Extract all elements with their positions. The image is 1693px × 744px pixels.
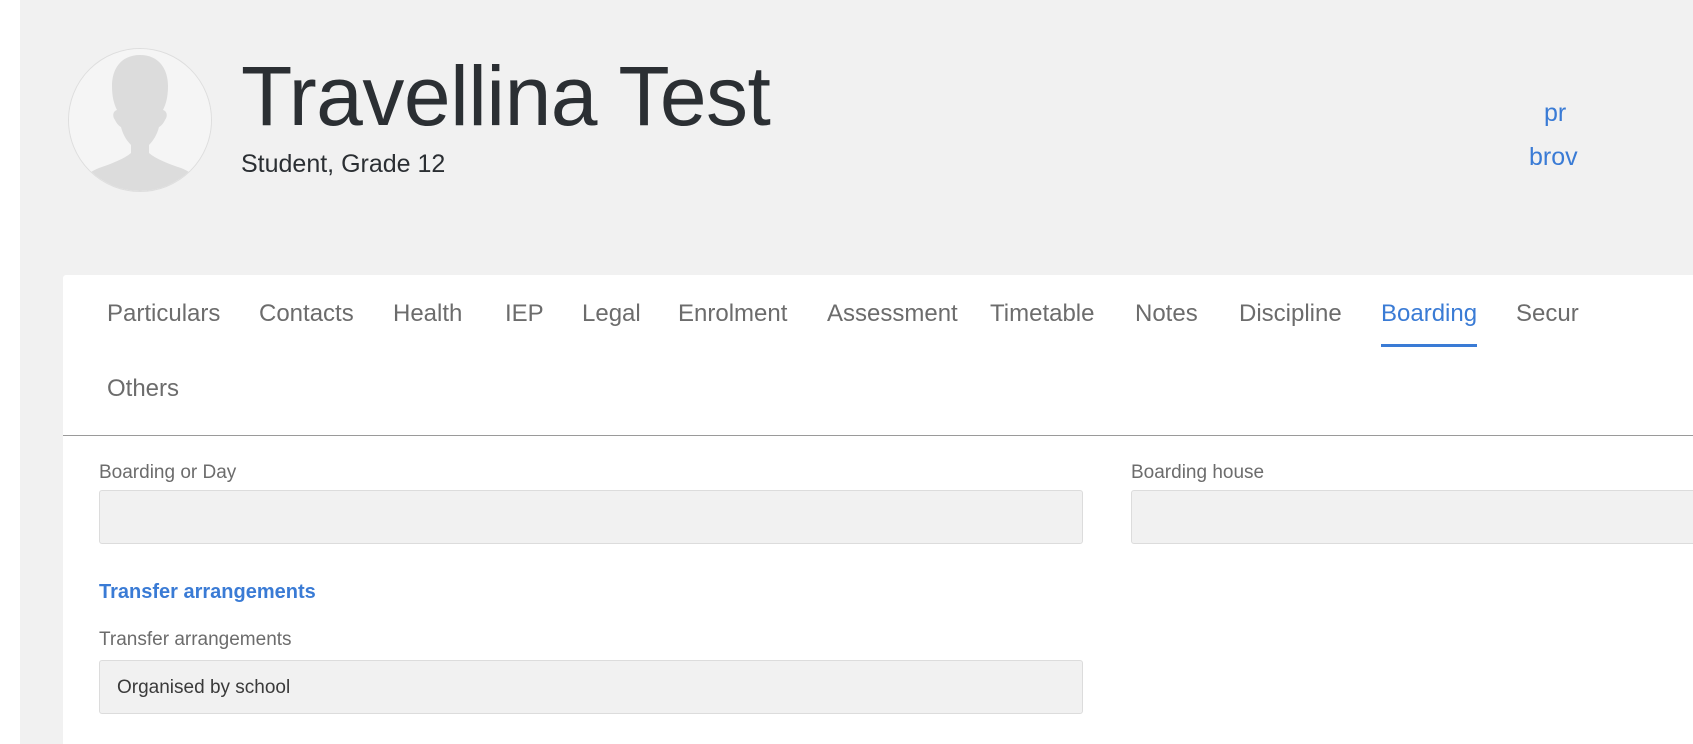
tab-contacts[interactable]: Contacts bbox=[259, 302, 354, 326]
side-link-2[interactable]: brov bbox=[1529, 143, 1578, 172]
tab-particulars[interactable]: Particulars bbox=[107, 302, 220, 326]
avatar bbox=[68, 48, 212, 192]
boarding-house-field[interactable] bbox=[1131, 490, 1693, 544]
tab-legal[interactable]: Legal bbox=[582, 302, 641, 326]
tab-others[interactable]: Others bbox=[107, 377, 179, 401]
boarding-or-day-label: Boarding or Day bbox=[99, 462, 237, 483]
boarding-house-label: Boarding house bbox=[1131, 462, 1265, 483]
profile-page: Travellina Test Student, Grade 12 pr bro… bbox=[20, 0, 1693, 744]
boarding-or-day-field[interactable] bbox=[99, 490, 1083, 544]
tab-security[interactable]: Secur bbox=[1516, 302, 1579, 326]
tab-discipline[interactable]: Discipline bbox=[1239, 302, 1342, 326]
profile-subtitle: Student, Grade 12 bbox=[241, 150, 446, 178]
tab-bar: Particulars Contacts Health IEP Legal En… bbox=[63, 275, 1693, 436]
tab-notes[interactable]: Notes bbox=[1135, 302, 1198, 326]
left-gutter bbox=[0, 0, 20, 744]
tab-boarding[interactable]: Boarding bbox=[1381, 302, 1478, 347]
side-link-1[interactable]: pr bbox=[1544, 99, 1566, 128]
transfer-arrangements-label: Transfer arrangements bbox=[99, 629, 292, 650]
tab-iep[interactable]: IEP bbox=[505, 302, 544, 326]
tab-timetable[interactable]: Timetable bbox=[990, 302, 1094, 326]
transfer-section-title: Transfer arrangements bbox=[99, 581, 316, 603]
tab-health[interactable]: Health bbox=[393, 302, 462, 326]
transfer-arrangements-field[interactable]: Organised by school bbox=[99, 660, 1083, 714]
profile-card: Particulars Contacts Health IEP Legal En… bbox=[63, 275, 1693, 744]
user-silhouette-icon bbox=[69, 49, 211, 191]
profile-name: Travellina Test bbox=[241, 49, 771, 143]
tab-assessment[interactable]: Assessment bbox=[827, 302, 958, 326]
tab-enrolment[interactable]: Enrolment bbox=[678, 302, 787, 326]
